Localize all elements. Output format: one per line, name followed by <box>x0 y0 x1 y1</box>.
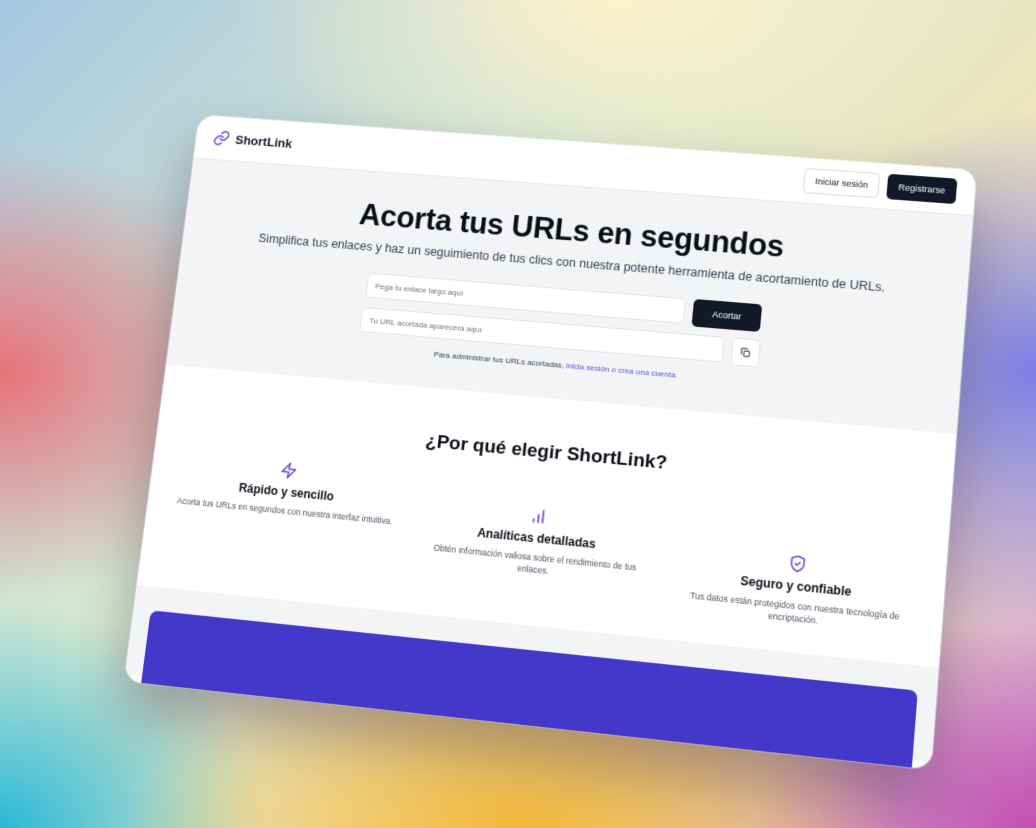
hint-link[interactable]: inicia sesión o crea una cuenta. <box>566 361 678 379</box>
link-icon <box>212 129 231 147</box>
copy-button[interactable] <box>730 337 762 368</box>
nav-actions: Iniciar sesión Registrarse <box>803 167 958 205</box>
zap-icon <box>279 461 298 480</box>
copy-icon <box>740 347 751 358</box>
feature-card-fast: Rápido y sencillo Acorta tus URLs en seg… <box>159 451 408 585</box>
feature-card-security: Seguro y confiable Tus datos están prote… <box>667 543 925 638</box>
hint-text: Para administrar tus URLs acortadas, <box>433 349 565 370</box>
bar-chart-icon <box>529 507 549 527</box>
register-button[interactable]: Registrarse <box>886 173 958 205</box>
login-button[interactable]: Iniciar sesión <box>803 167 881 199</box>
brand-name: ShortLink <box>234 132 293 151</box>
brand[interactable]: ShortLink <box>212 129 293 151</box>
shorten-button[interactable]: Acortar <box>691 298 763 332</box>
shield-check-icon <box>788 554 808 574</box>
browser-window: ShortLink Iniciar sesión Registrarse Aco… <box>123 115 977 770</box>
feature-card-analytics: Analíticas detalladas Obtén información … <box>409 496 662 611</box>
